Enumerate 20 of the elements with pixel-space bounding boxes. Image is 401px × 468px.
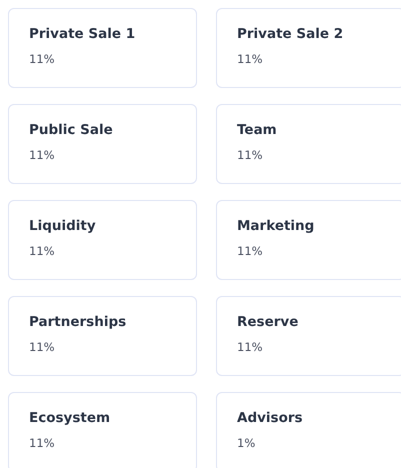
allocation-name: Reserve	[237, 314, 298, 330]
allocation-percent: 11%	[29, 52, 55, 66]
allocation-percent: 1%	[237, 436, 256, 450]
allocation-name: Private Sale 1	[29, 26, 136, 42]
allocation-name: Liquidity	[29, 218, 96, 234]
allocation-percent: 11%	[237, 52, 263, 66]
allocation-name: Advisors	[237, 410, 303, 426]
allocation-name: Marketing	[237, 218, 314, 234]
allocation-percent: 11%	[237, 244, 263, 258]
allocation-name: Ecosystem	[29, 410, 110, 426]
allocation-name: Partnerships	[29, 314, 126, 330]
allocation-name: Private Sale 2	[237, 26, 344, 42]
allocation-name: Team	[237, 122, 277, 138]
allocation-percent: 11%	[29, 148, 55, 162]
allocation-percent: 11%	[29, 340, 55, 354]
allocation-percent: 11%	[237, 340, 263, 354]
allocation-name: Public Sale	[29, 122, 113, 138]
allocation-percent: 11%	[237, 148, 263, 162]
allocation-percent: 11%	[29, 436, 55, 450]
allocation-percent: 11%	[29, 244, 55, 258]
